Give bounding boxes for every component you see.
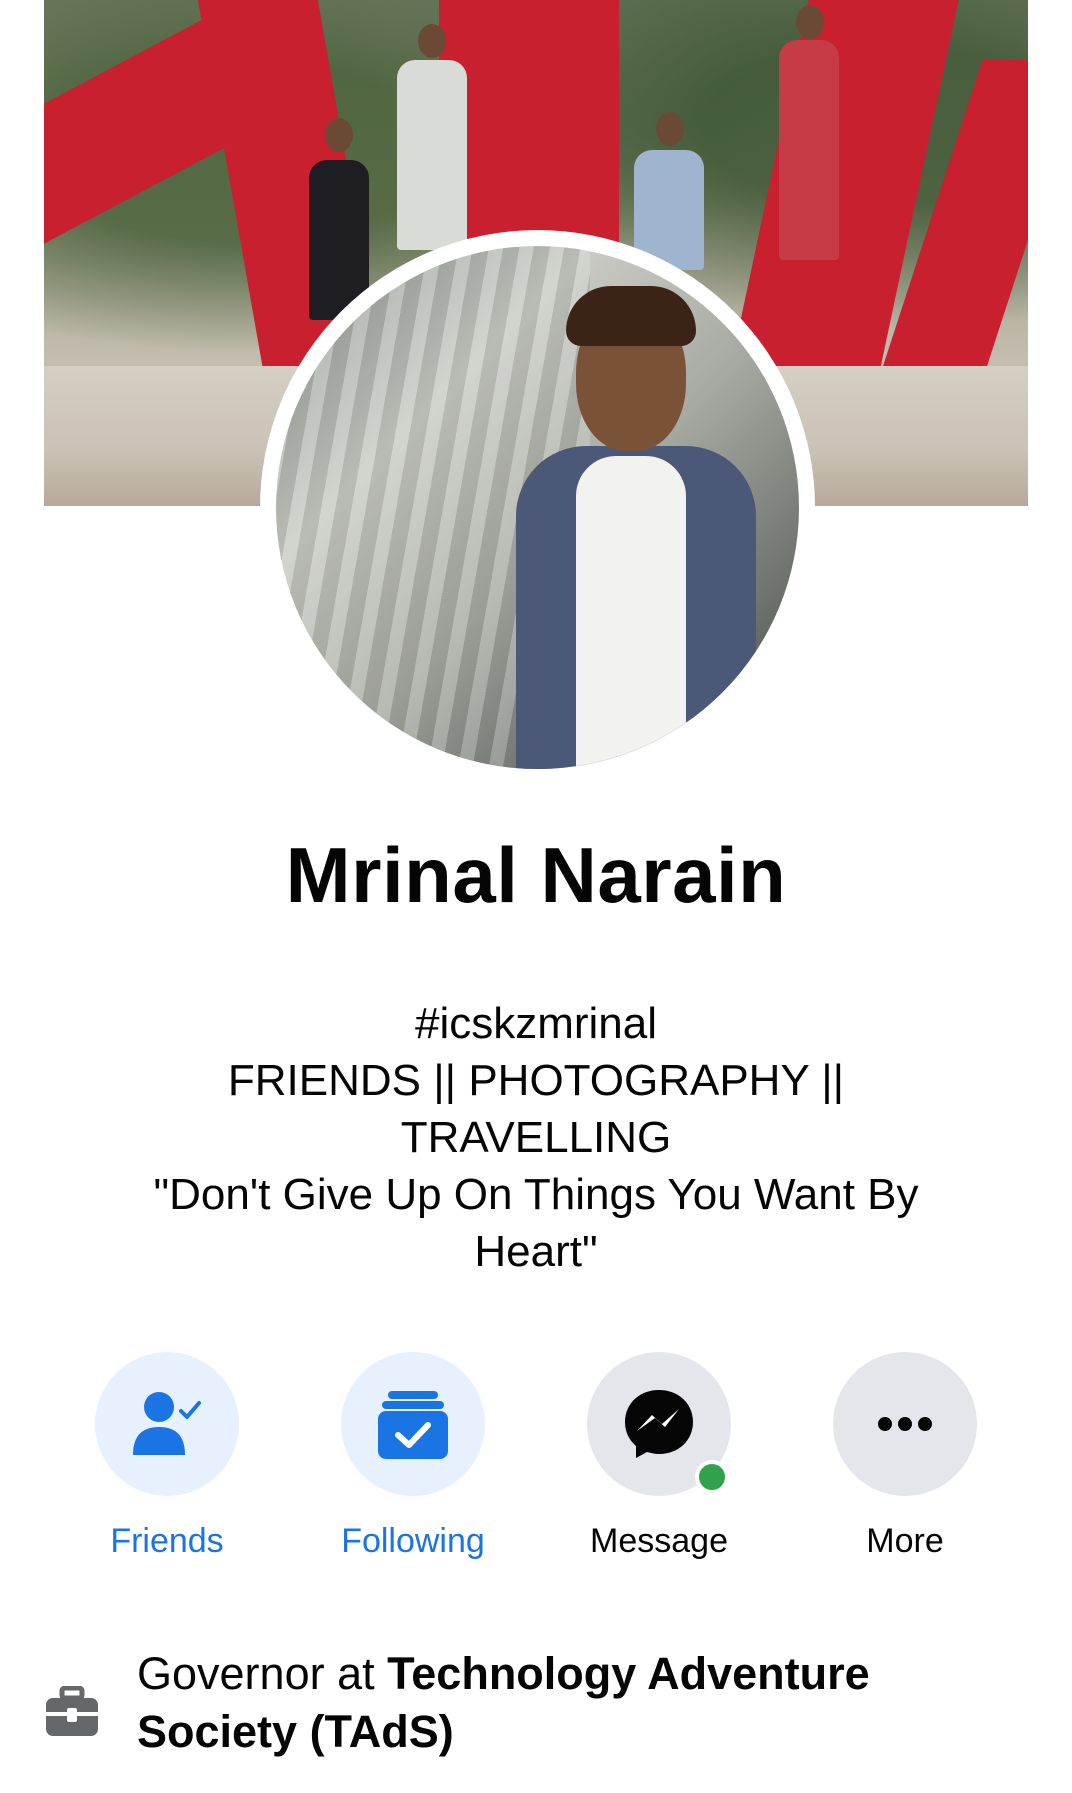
online-status-dot [695,1460,729,1494]
briefcase-icon [46,1686,98,1736]
profile-picture-hair [566,286,696,346]
work-info: Governor at Technology Adventure Society… [0,1648,1072,1790]
bio-line: "Don't Give Up On Things You Want By [153,1170,919,1219]
work-prefix: Governor at [137,1648,388,1699]
following-label: Following [341,1522,485,1560]
cover-person-4-head [796,5,824,39]
bio-line: #icskzmrinal [414,999,658,1048]
more-dots-icon [878,1417,932,1431]
friends-label: Friends [110,1522,224,1560]
bio-line: FRIENDS || PHOTOGRAPHY || [227,1056,845,1105]
cover-person-4 [779,40,839,260]
friends-button-circle[interactable] [95,1352,239,1496]
more-button[interactable]: More [790,1352,1020,1561]
profile-name: Mrinal Narain [285,831,787,919]
work-text: Governor at Technology Adventure Society… [137,1645,997,1761]
following-button[interactable]: Following [298,1352,528,1561]
friends-button[interactable]: Friends [52,1352,282,1561]
more-label: More [866,1522,944,1560]
message-button[interactable]: Message [544,1352,774,1561]
following-check-icon [378,1391,448,1459]
cover-person-2-head [418,24,446,58]
cover-person-1-head [325,118,353,152]
friend-check-icon [133,1392,201,1455]
message-button-circle[interactable] [587,1352,731,1496]
profile-picture-shirt [576,456,686,769]
bio-line: TRAVELLING [400,1113,672,1162]
cover-person-3-head [656,112,684,146]
messenger-icon [625,1390,693,1458]
cover-person-2 [397,60,467,250]
following-button-circle[interactable] [341,1352,485,1496]
message-label: Message [590,1522,728,1560]
more-button-circle[interactable] [833,1352,977,1496]
profile-picture[interactable] [276,246,799,769]
profile-bio: #icskzmrinal FRIENDS || PHOTOGRAPHY || T… [110,995,962,1280]
bio-line: Heart" [474,1227,598,1276]
profile-actions: Friends Following Message More [0,1352,1072,1572]
